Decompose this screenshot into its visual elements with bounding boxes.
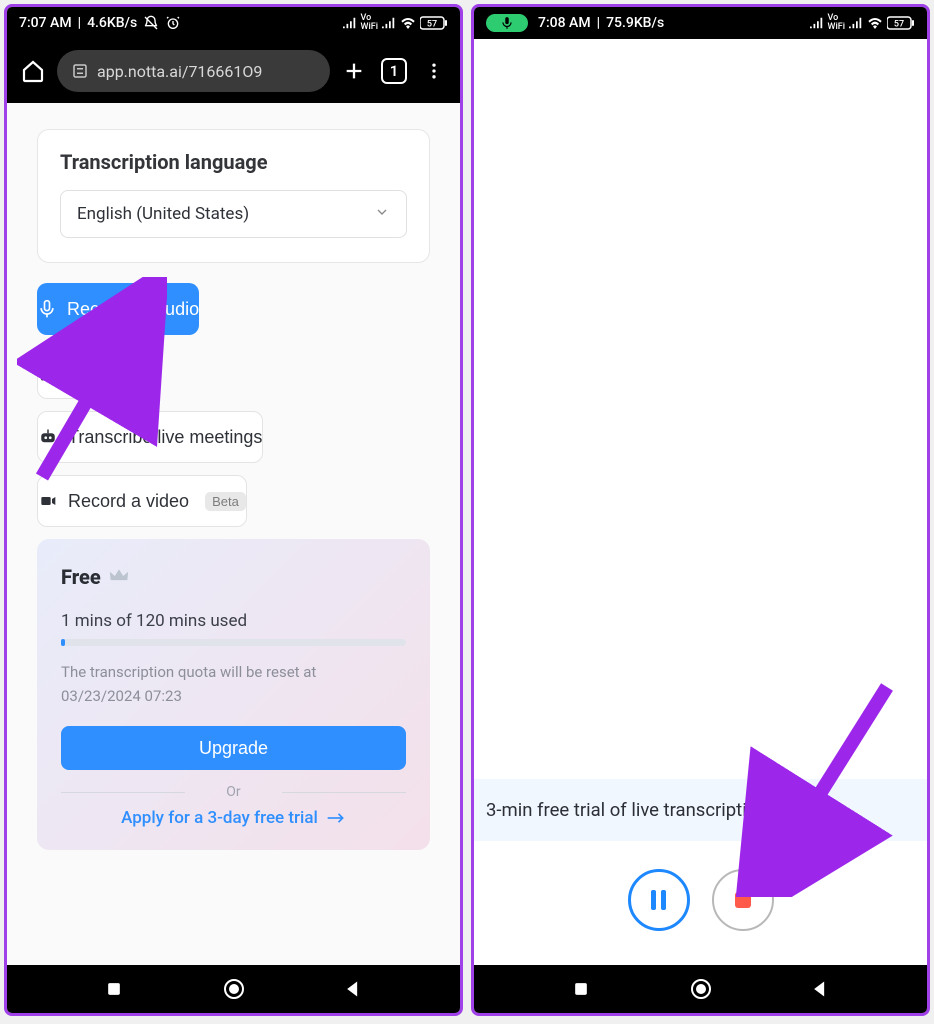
or-divider: Or	[61, 784, 406, 800]
signal-icon-2	[382, 17, 396, 29]
dnd-icon	[143, 15, 159, 31]
beta-badge: Beta	[205, 492, 246, 511]
import-files-button[interactable]: Import files	[37, 347, 155, 399]
tab-switcher[interactable]: 1	[378, 55, 410, 87]
recent-apps-icon[interactable]	[571, 979, 591, 999]
site-settings-icon	[71, 62, 89, 80]
stop-icon	[735, 892, 751, 908]
android-nav-bar	[7, 965, 460, 1013]
free-trial-link[interactable]: Apply for a 3-day free trial	[61, 808, 406, 828]
status-speed: 75.9KB/s	[606, 15, 664, 31]
new-tab-icon[interactable]	[338, 55, 370, 87]
android-nav-bar	[474, 965, 927, 1013]
battery-icon: 57	[887, 16, 915, 30]
transcription-area	[474, 39, 927, 779]
crown-icon	[109, 565, 129, 589]
button-label: Record an audio	[67, 299, 199, 320]
status-speed: 4.6KB/s	[87, 15, 137, 31]
overflow-menu-icon[interactable]	[418, 55, 450, 87]
usage-text: 1 mins of 120 mins used	[61, 611, 406, 631]
transcribe-meetings-button[interactable]: Transcribe live meetings	[37, 411, 263, 463]
svg-text:57: 57	[427, 20, 437, 30]
language-select[interactable]: English (United States)	[60, 190, 407, 238]
recording-controls	[474, 841, 927, 965]
wifi-icon	[867, 17, 883, 29]
recent-apps-icon[interactable]	[104, 979, 124, 999]
stop-button[interactable]	[712, 869, 774, 931]
button-label: Import files	[66, 363, 154, 384]
svg-text:57: 57	[894, 20, 904, 30]
vowifi-label: VoWiFi	[361, 14, 378, 32]
quota-note: The transcription quota will be reset at…	[61, 660, 406, 708]
plan-name: Free	[61, 565, 101, 589]
language-value: English (United States)	[77, 204, 249, 224]
wifi-icon	[400, 17, 416, 29]
page-content: Transcription language English (United S…	[7, 103, 460, 965]
video-icon	[38, 493, 58, 509]
vowifi-label: VoWiFi	[828, 14, 845, 32]
bot-icon	[38, 428, 58, 446]
recording-screen: 3-min free trial of live transcription.	[474, 39, 927, 965]
signal-icon-2	[849, 17, 863, 29]
status-time: 7:07 AM	[19, 15, 72, 31]
arrow-right-icon	[326, 811, 346, 825]
chevron-down-icon	[374, 204, 390, 225]
home-nav-icon[interactable]	[222, 977, 246, 1001]
usage-progress	[61, 639, 406, 646]
mic-indicator	[486, 14, 528, 32]
language-title: Transcription language	[60, 150, 407, 174]
mic-icon	[37, 299, 57, 319]
pause-icon	[651, 890, 666, 910]
progress-fill	[61, 639, 65, 646]
status-bar: 7:08 AM | 75.9KB/s VoWiFi 57	[474, 7, 927, 39]
url-text: app.notta.ai/716661O9	[97, 62, 262, 81]
plan-card: Free 1 mins of 120 mins used The transcr…	[37, 539, 430, 850]
home-nav-icon[interactable]	[689, 977, 713, 1001]
trial-banner: 3-min free trial of live transcription.	[474, 779, 927, 841]
signal-icon	[343, 17, 357, 29]
button-label: Transcribe live meetings	[68, 427, 262, 448]
record-audio-button[interactable]: Record an audio	[37, 283, 199, 335]
status-time: 7:08 AM	[538, 15, 591, 31]
back-nav-icon[interactable]	[810, 979, 830, 999]
file-icon	[38, 364, 56, 382]
pause-button[interactable]	[628, 869, 690, 931]
button-label: Record a video	[68, 491, 189, 512]
alarm-icon	[165, 15, 181, 31]
left-screenshot: 7:07 AM | 4.6KB/s VoWiFi 57	[4, 4, 463, 1016]
upgrade-button[interactable]: Upgrade	[61, 726, 406, 770]
language-card: Transcription language English (United S…	[37, 129, 430, 263]
url-bar[interactable]: app.notta.ai/716661O9	[57, 50, 330, 92]
back-nav-icon[interactable]	[343, 979, 363, 999]
browser-toolbar: app.notta.ai/716661O9 1	[7, 39, 460, 103]
home-icon[interactable]	[17, 55, 49, 87]
status-bar: 7:07 AM | 4.6KB/s VoWiFi 57	[7, 7, 460, 39]
right-screenshot: 7:08 AM | 75.9KB/s VoWiFi 57 3-min free …	[471, 4, 930, 1016]
signal-icon	[810, 17, 824, 29]
record-video-button[interactable]: Record a video Beta	[37, 475, 247, 527]
battery-icon: 57	[420, 16, 448, 30]
